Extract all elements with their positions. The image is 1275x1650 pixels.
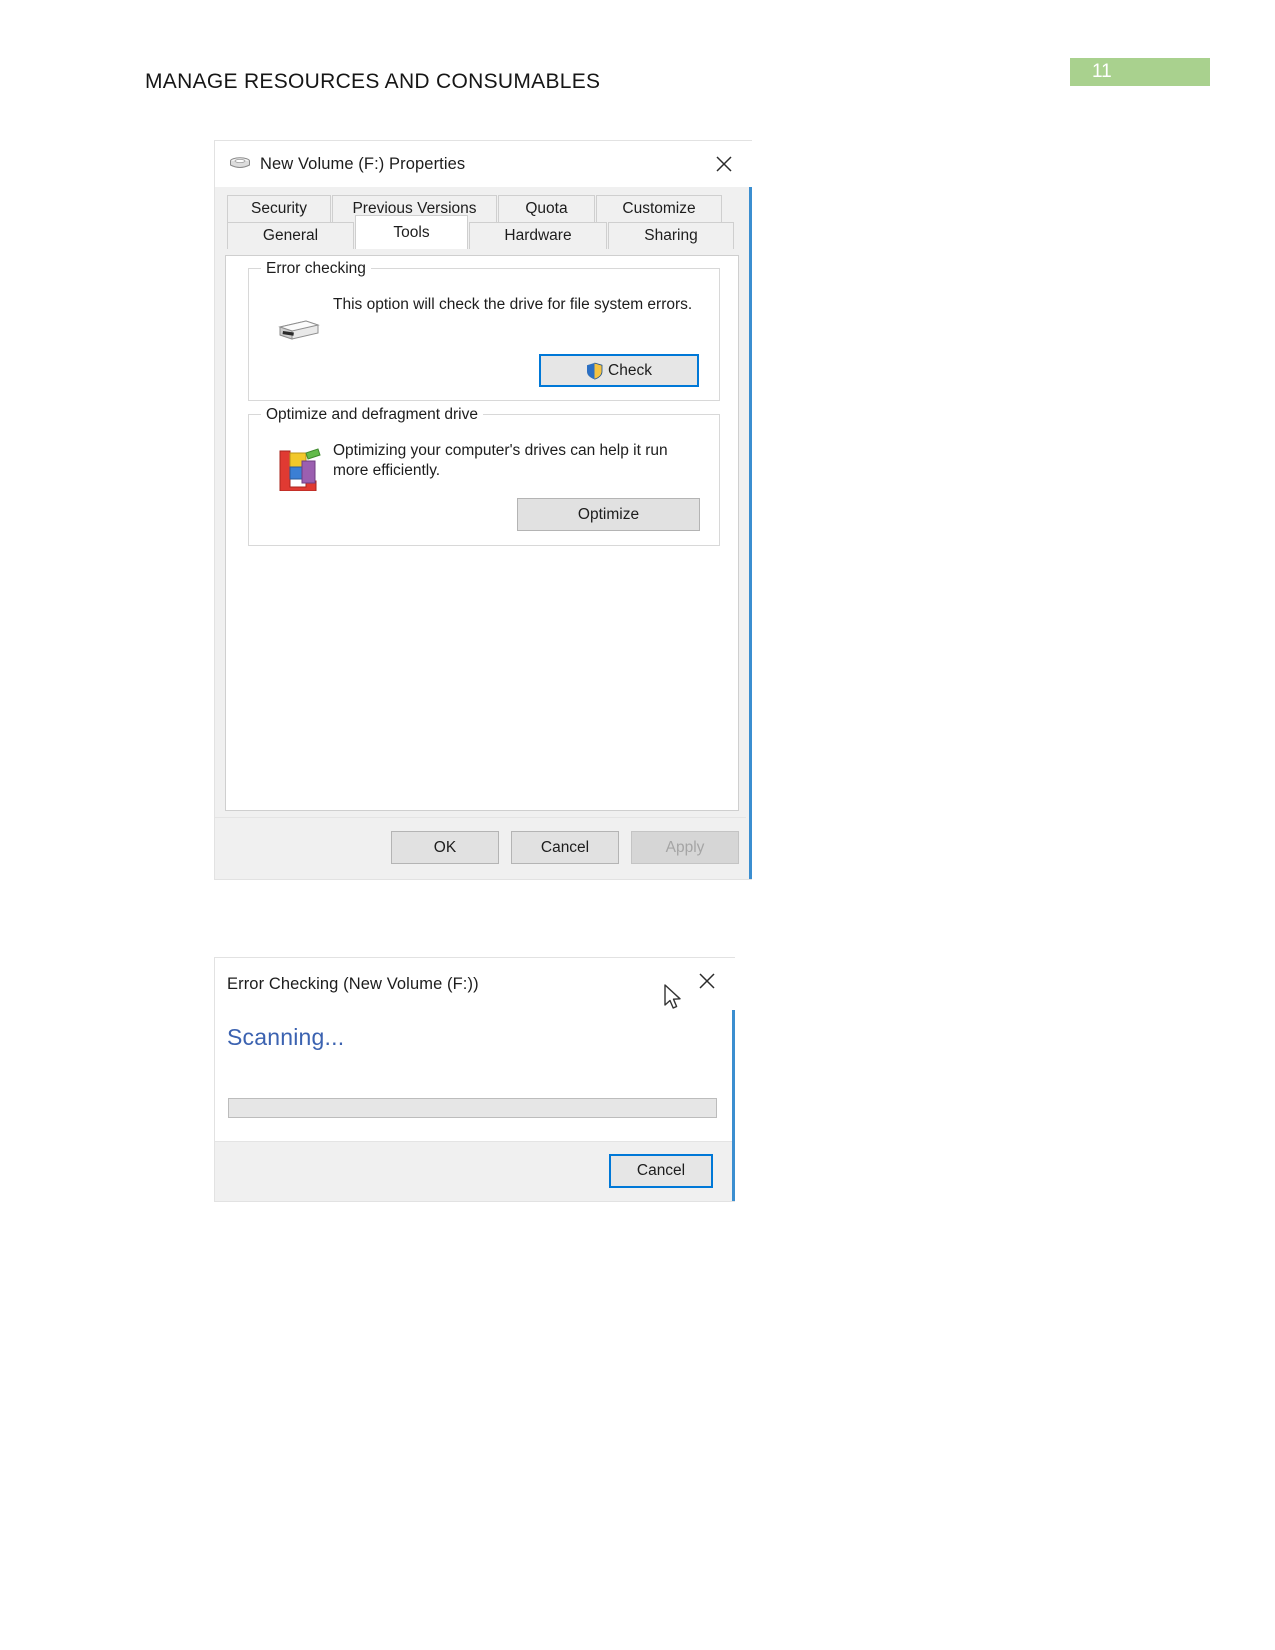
page-title: MANAGE RESOURCES AND CONSUMABLES — [145, 70, 601, 93]
tab-tools[interactable]: Tools — [355, 215, 468, 249]
optimize-content: Optimizing your computer's drives can he… — [265, 437, 705, 491]
properties-body: Security Previous Versions Quota Customi… — [215, 187, 749, 1009]
scan-cancel-button-label: Cancel — [636, 1162, 686, 1179]
tab-label: Sharing — [644, 227, 698, 244]
optimize-button[interactable]: Optimize — [517, 498, 700, 531]
error-checking-titlebar: Error Checking (New Volume (F:)) — [215, 958, 735, 1010]
optimize-button-label: Optimize — [577, 505, 640, 523]
apply-button: Apply — [631, 831, 739, 864]
uac-shield-icon — [586, 362, 603, 380]
error-checking-description: This option will check the drive for fil… — [333, 296, 693, 313]
tab-customize[interactable]: Customize — [596, 195, 722, 222]
check-button-label: Check — [608, 361, 652, 379]
optimize-description: Optimizing your computer's drives can he… — [333, 442, 668, 479]
tab-sharing[interactable]: Sharing — [608, 222, 734, 249]
scan-progress-bar — [228, 1098, 717, 1118]
tab-quota[interactable]: Quota — [498, 195, 595, 222]
volume-properties-dialog: New Volume (F:) Properties Security Prev… — [214, 140, 752, 1009]
tab-label: General — [262, 227, 319, 244]
cancel-button[interactable]: Cancel — [511, 831, 619, 864]
tab-label: Quota — [525, 200, 568, 217]
close-icon[interactable] — [685, 958, 729, 1004]
tab-row-upper: Security Previous Versions Quota Customi… — [227, 195, 737, 222]
ok-button-label: OK — [433, 838, 457, 856]
error-checking-body: Scanning... — [215, 1010, 732, 1141]
hard-drive-icon — [265, 291, 333, 345]
ok-button[interactable]: OK — [391, 831, 499, 864]
properties-titlebar: New Volume (F:) Properties — [215, 141, 752, 187]
drive-icon — [229, 156, 251, 172]
cancel-button-label: Cancel — [540, 838, 590, 856]
optimize-group-title: Optimize and defragment drive — [261, 406, 483, 424]
tab-general[interactable]: General — [227, 222, 354, 249]
tab-label: Security — [251, 200, 307, 217]
scan-status-label: Scanning... — [227, 1024, 345, 1050]
error-checking-content: This option will check the drive for fil… — [265, 291, 705, 345]
tab-label: Customize — [622, 200, 696, 217]
mouse-cursor-icon — [664, 984, 684, 1017]
tools-tab-page: Error checking This option will check th… — [225, 255, 739, 1009]
tab-label: Tools — [393, 223, 430, 241]
page-number-badge: 11 — [1070, 58, 1210, 86]
error-checking-footer: Cancel — [215, 1141, 732, 1201]
error-checking-title-text: Error Checking (New Volume (F:)) — [227, 974, 479, 993]
error-checking-group-title: Error checking — [261, 260, 371, 278]
tab-label: Hardware — [504, 227, 572, 244]
properties-footer: OK Cancel Apply — [215, 817, 746, 879]
optimize-defragment-group: Optimize and defragment drive Optimizing… — [248, 406, 720, 546]
error-checking-group: Error checking This option will check th… — [248, 260, 720, 401]
close-icon[interactable] — [702, 141, 746, 187]
tab-hardware[interactable]: Hardware — [469, 222, 607, 249]
dialog-accent-edge — [749, 141, 752, 879]
tab-security[interactable]: Security — [227, 195, 331, 222]
tab-row-lower: General Tools Hardware Sharing — [227, 215, 737, 249]
check-button[interactable]: Check — [539, 354, 699, 387]
error-checking-dialog: Error Checking (New Volume (F:)) Scannin… — [214, 957, 735, 1202]
scan-cancel-button[interactable]: Cancel — [609, 1154, 713, 1188]
properties-title-text: New Volume (F:) Properties — [260, 154, 466, 173]
apply-button-label: Apply — [665, 838, 705, 856]
page-number-text: 11 — [1092, 61, 1112, 82]
defragment-icon — [265, 437, 333, 491]
